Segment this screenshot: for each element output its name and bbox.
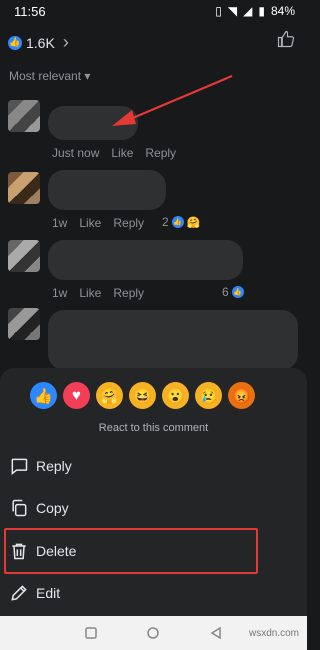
like-reaction-icon: 👍	[171, 216, 184, 228]
delete-highlight-box	[4, 528, 258, 574]
edit-label: Edit	[36, 585, 61, 601]
comment-actions: Just now Like Reply	[52, 146, 176, 160]
post-likes-summary[interactable]: 👍 1.6K ›	[8, 32, 69, 53]
reaction-count: 2	[162, 215, 169, 229]
chevron-down-icon: ▾	[84, 69, 91, 83]
comment-actions: 1w Like Reply	[52, 216, 144, 230]
copy-menu-item[interactable]: Copy	[0, 488, 307, 528]
reply-link[interactable]: Reply	[113, 286, 144, 300]
signal-icon: ◢	[243, 4, 253, 18]
like-link[interactable]: Like	[79, 286, 101, 300]
comment-actions: 1w Like Reply	[52, 286, 144, 300]
like-reaction-icon: 👍	[231, 286, 244, 298]
like-reaction-button[interactable]: 👍	[30, 382, 57, 409]
sort-label: Most relevant	[9, 69, 82, 83]
comment-bubble[interactable]	[48, 310, 298, 370]
reply-link[interactable]: Reply	[145, 146, 176, 160]
comment-time: 1w	[52, 216, 68, 230]
reply-menu-item[interactable]: Reply	[0, 446, 307, 486]
like-reaction-icon: 👍	[8, 35, 22, 50]
care-reaction-icon: 🤗	[186, 216, 201, 229]
battery-icon: ▮	[258, 4, 265, 18]
react-caption: React to this comment	[98, 422, 209, 434]
copy-icon	[12, 499, 27, 517]
pencil-icon	[11, 585, 27, 601]
comment-bubble[interactable]	[48, 240, 243, 280]
love-reaction-button[interactable]: ♥	[63, 382, 90, 409]
edit-menu-item[interactable]: Edit	[0, 573, 307, 613]
chevron-right-icon: ›	[62, 32, 69, 52]
angry-reaction-button[interactable]: 😡	[228, 382, 255, 409]
reply-label: Reply	[36, 458, 72, 474]
comment-item: 1w Like Reply 2 👍 🤗	[0, 168, 307, 232]
sort-dropdown[interactable]: Most relevant ▾	[9, 69, 90, 83]
speech-bubble-icon	[11, 458, 28, 476]
like-link[interactable]: Like	[111, 146, 133, 160]
haha-reaction-button[interactable]: 😆	[129, 382, 156, 409]
comment-item: 1w Like Reply 6 👍	[0, 238, 307, 302]
avatar[interactable]	[8, 172, 40, 204]
status-icons: ▯ ◥ ◢ ▮ 84%	[215, 4, 295, 18]
vibrate-icon: ▯	[215, 4, 222, 18]
battery-percent: 84%	[270, 4, 295, 18]
watermark-text: wsxdn.com	[248, 628, 299, 639]
like-count: 1.6K	[26, 34, 55, 51]
comment-time: Just now	[52, 146, 100, 160]
comment-item: Just now Like Reply	[0, 98, 307, 162]
system-nav-bar: wsxdn.com	[0, 616, 307, 650]
reaction-count: 6	[222, 285, 229, 299]
copy-label: Copy	[36, 500, 69, 516]
avatar[interactable]	[8, 308, 40, 340]
reply-link[interactable]: Reply	[113, 216, 144, 230]
recents-button[interactable]	[85, 627, 97, 639]
comment-reactions[interactable]: 2 👍 🤗	[162, 215, 200, 229]
status-time: 11:56	[14, 4, 46, 19]
comment-bubble[interactable]	[48, 106, 138, 140]
like-outline-icon[interactable]	[277, 30, 295, 48]
reaction-picker: 👍 ♥ 🤗 😆 😮 😢 😡	[30, 382, 255, 409]
home-button[interactable]	[147, 627, 159, 639]
status-bar: 11:56 ▯ ◥ ◢ ▮ 84%	[0, 0, 307, 24]
comment-time: 1w	[52, 286, 68, 300]
like-link[interactable]: Like	[79, 216, 101, 230]
wow-reaction-button[interactable]: 😮	[162, 382, 189, 409]
back-button[interactable]	[210, 627, 222, 639]
comment-item	[0, 306, 307, 370]
wifi-icon: ◥	[227, 4, 238, 18]
comment-reactions[interactable]: 6 👍	[222, 285, 244, 299]
avatar[interactable]	[8, 240, 40, 272]
care-reaction-button[interactable]: 🤗	[96, 382, 123, 409]
sad-reaction-button[interactable]: 😢	[195, 382, 222, 409]
avatar[interactable]	[8, 100, 40, 132]
comment-bubble[interactable]	[48, 170, 166, 210]
